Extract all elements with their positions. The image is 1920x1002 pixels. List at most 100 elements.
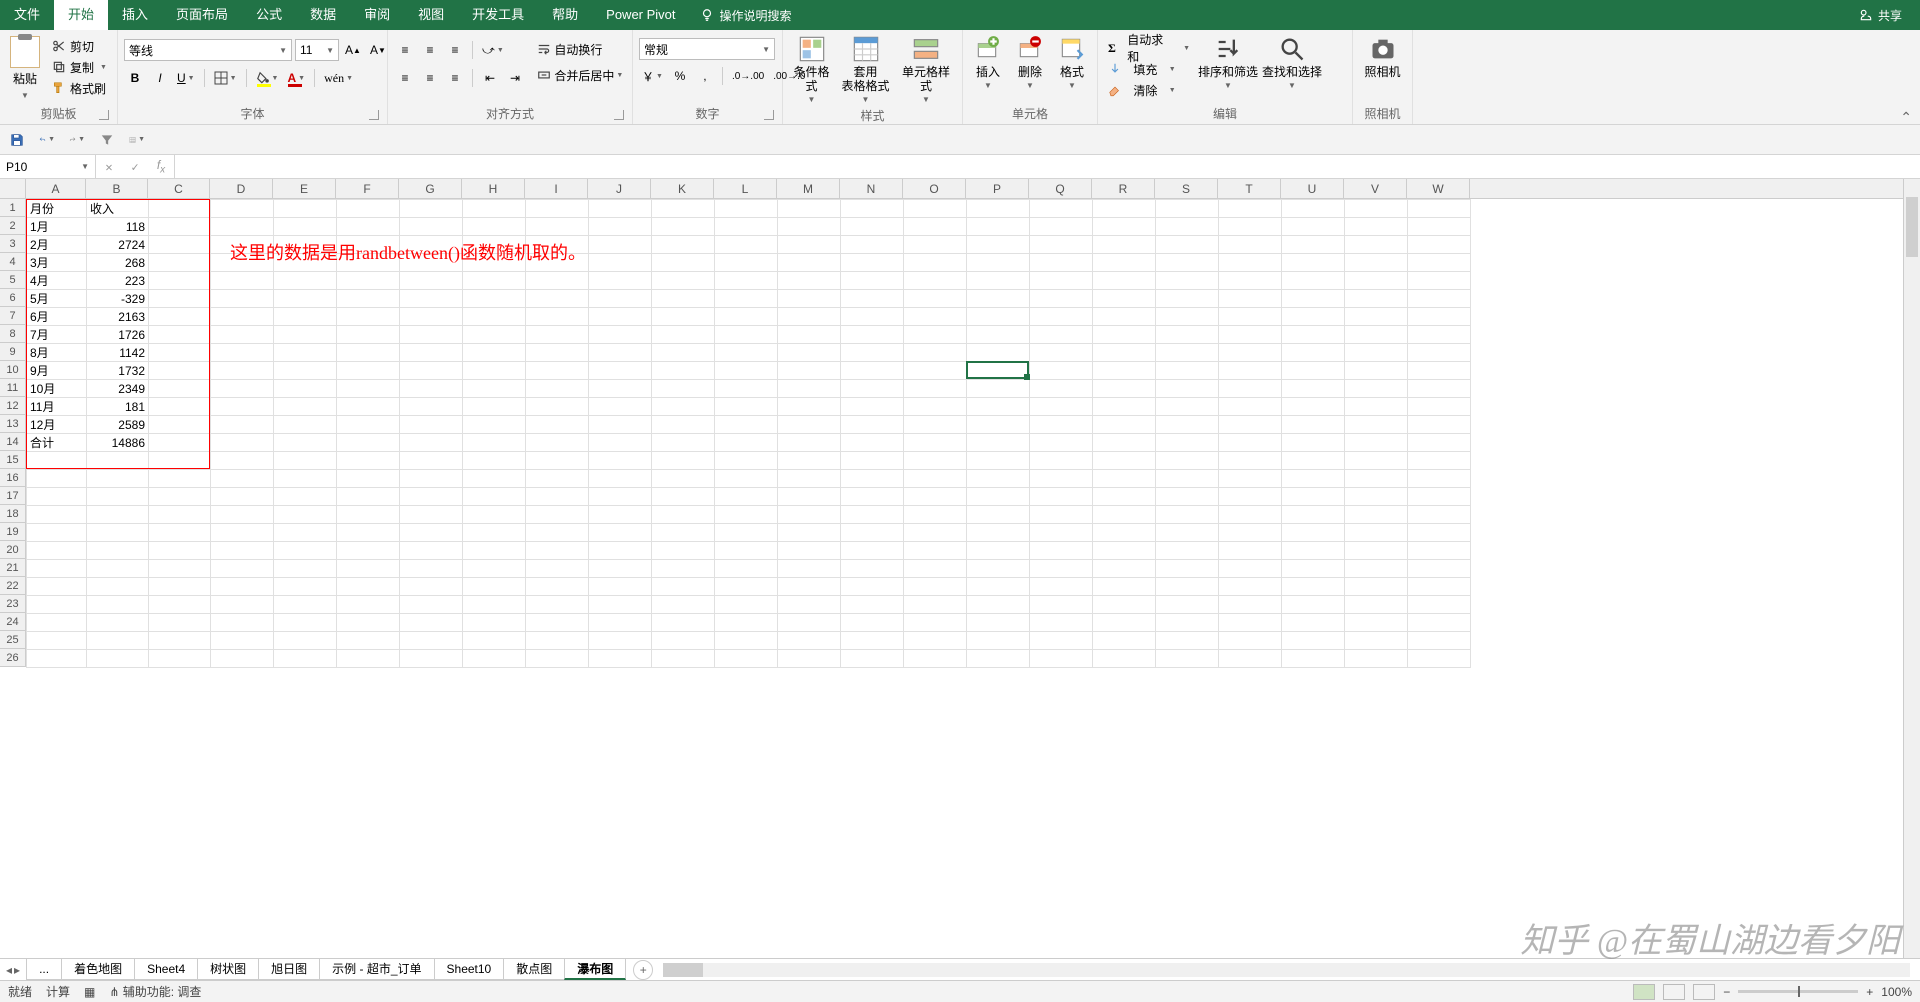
cell-K19[interactable] bbox=[652, 524, 715, 542]
cell-O10[interactable] bbox=[904, 362, 967, 380]
cell-H24[interactable] bbox=[463, 614, 526, 632]
cell-J12[interactable] bbox=[589, 398, 652, 416]
cell-M7[interactable] bbox=[778, 308, 841, 326]
cell-I11[interactable] bbox=[526, 380, 589, 398]
cell-H22[interactable] bbox=[463, 578, 526, 596]
row-header-10[interactable]: 10 bbox=[0, 361, 26, 379]
cell-O26[interactable] bbox=[904, 650, 967, 668]
cell-V12[interactable] bbox=[1345, 398, 1408, 416]
cell-A3[interactable]: 2月 bbox=[27, 236, 87, 254]
cell-C13[interactable] bbox=[149, 416, 211, 434]
cell-E5[interactable] bbox=[274, 272, 337, 290]
cell-E12[interactable] bbox=[274, 398, 337, 416]
cell-I18[interactable] bbox=[526, 506, 589, 524]
cell-D6[interactable] bbox=[211, 290, 274, 308]
sheet-nav-last[interactable]: ▸ bbox=[14, 963, 20, 977]
font-family-combo[interactable]: 等线▼ bbox=[124, 39, 292, 61]
cell-T24[interactable] bbox=[1219, 614, 1282, 632]
cell-F7[interactable] bbox=[337, 308, 400, 326]
cell-A6[interactable]: 5月 bbox=[27, 290, 87, 308]
cell-Q16[interactable] bbox=[1030, 470, 1093, 488]
cell-M5[interactable] bbox=[778, 272, 841, 290]
row-header-18[interactable]: 18 bbox=[0, 505, 26, 523]
cell-F13[interactable] bbox=[337, 416, 400, 434]
cell-T11[interactable] bbox=[1219, 380, 1282, 398]
merge-center-button[interactable]: 合并后居中▼ bbox=[534, 64, 644, 86]
cell-D10[interactable] bbox=[211, 362, 274, 380]
cell-A23[interactable] bbox=[27, 596, 87, 614]
sheet-tab-着色地图[interactable]: 着色地图 bbox=[61, 959, 135, 980]
cell-S15[interactable] bbox=[1156, 452, 1219, 470]
row-header-17[interactable]: 17 bbox=[0, 487, 26, 505]
cell-B18[interactable] bbox=[87, 506, 149, 524]
cell-W22[interactable] bbox=[1408, 578, 1471, 596]
cell-O15[interactable] bbox=[904, 452, 967, 470]
tab-formulas[interactable]: 公式 bbox=[242, 0, 296, 30]
row-header-20[interactable]: 20 bbox=[0, 541, 26, 559]
column-header-E[interactable]: E bbox=[273, 179, 336, 198]
cell-N19[interactable] bbox=[841, 524, 904, 542]
cell-E23[interactable] bbox=[274, 596, 337, 614]
sheet-more[interactable]: ... bbox=[26, 959, 62, 980]
cell-B15[interactable] bbox=[87, 452, 149, 470]
insert-cells-button[interactable]: 插入▼ bbox=[969, 32, 1007, 93]
cell-A4[interactable]: 3月 bbox=[27, 254, 87, 272]
cell-T25[interactable] bbox=[1219, 632, 1282, 650]
view-page-layout-button[interactable] bbox=[1663, 984, 1685, 1000]
cell-G5[interactable] bbox=[400, 272, 463, 290]
cell-G14[interactable] bbox=[400, 434, 463, 452]
cell-I10[interactable] bbox=[526, 362, 589, 380]
cell-K5[interactable] bbox=[652, 272, 715, 290]
cell-S24[interactable] bbox=[1156, 614, 1219, 632]
sheet-tab-旭日图[interactable]: 旭日图 bbox=[258, 959, 320, 980]
cell-A24[interactable] bbox=[27, 614, 87, 632]
column-header-N[interactable]: N bbox=[840, 179, 903, 198]
sheet-tab-Sheet4[interactable]: Sheet4 bbox=[134, 959, 198, 980]
cell-U6[interactable] bbox=[1282, 290, 1345, 308]
comma-format-button[interactable]: , bbox=[694, 65, 716, 87]
cell-J4[interactable] bbox=[589, 254, 652, 272]
paste-button[interactable]: 粘贴▼ bbox=[6, 32, 44, 101]
cell-W9[interactable] bbox=[1408, 344, 1471, 362]
cell-G2[interactable] bbox=[400, 218, 463, 236]
cell-V8[interactable] bbox=[1345, 326, 1408, 344]
cell-B16[interactable] bbox=[87, 470, 149, 488]
cell-S11[interactable] bbox=[1156, 380, 1219, 398]
cell-K15[interactable] bbox=[652, 452, 715, 470]
cell-G21[interactable] bbox=[400, 560, 463, 578]
cell-O13[interactable] bbox=[904, 416, 967, 434]
cell-V21[interactable] bbox=[1345, 560, 1408, 578]
cell-H1[interactable] bbox=[463, 200, 526, 218]
cell-V23[interactable] bbox=[1345, 596, 1408, 614]
cell-R23[interactable] bbox=[1093, 596, 1156, 614]
cell-L23[interactable] bbox=[715, 596, 778, 614]
cell-J17[interactable] bbox=[589, 488, 652, 506]
cell-C19[interactable] bbox=[149, 524, 211, 542]
cell-P7[interactable] bbox=[967, 308, 1030, 326]
increase-indent-button[interactable]: ⇥ bbox=[504, 67, 526, 89]
cell-N12[interactable] bbox=[841, 398, 904, 416]
cell-W11[interactable] bbox=[1408, 380, 1471, 398]
cell-C23[interactable] bbox=[149, 596, 211, 614]
zoom-out-button[interactable]: − bbox=[1723, 985, 1730, 999]
cell-K24[interactable] bbox=[652, 614, 715, 632]
cell-I9[interactable] bbox=[526, 344, 589, 362]
cell-A5[interactable]: 4月 bbox=[27, 272, 87, 290]
cell-S2[interactable] bbox=[1156, 218, 1219, 236]
cell-V24[interactable] bbox=[1345, 614, 1408, 632]
cell-K7[interactable] bbox=[652, 308, 715, 326]
format-cells-button[interactable]: 格式▼ bbox=[1053, 32, 1091, 93]
cell-Q2[interactable] bbox=[1030, 218, 1093, 236]
cell-O22[interactable] bbox=[904, 578, 967, 596]
cell-P9[interactable] bbox=[967, 344, 1030, 362]
cell-U22[interactable] bbox=[1282, 578, 1345, 596]
row-header-13[interactable]: 13 bbox=[0, 415, 26, 433]
cell-T23[interactable] bbox=[1219, 596, 1282, 614]
cell-M10[interactable] bbox=[778, 362, 841, 380]
sheet-nav-first[interactable]: ◂ bbox=[6, 963, 12, 977]
cell-V4[interactable] bbox=[1345, 254, 1408, 272]
cell-Q22[interactable] bbox=[1030, 578, 1093, 596]
cell-R26[interactable] bbox=[1093, 650, 1156, 668]
cell-J3[interactable] bbox=[589, 236, 652, 254]
cell-P8[interactable] bbox=[967, 326, 1030, 344]
